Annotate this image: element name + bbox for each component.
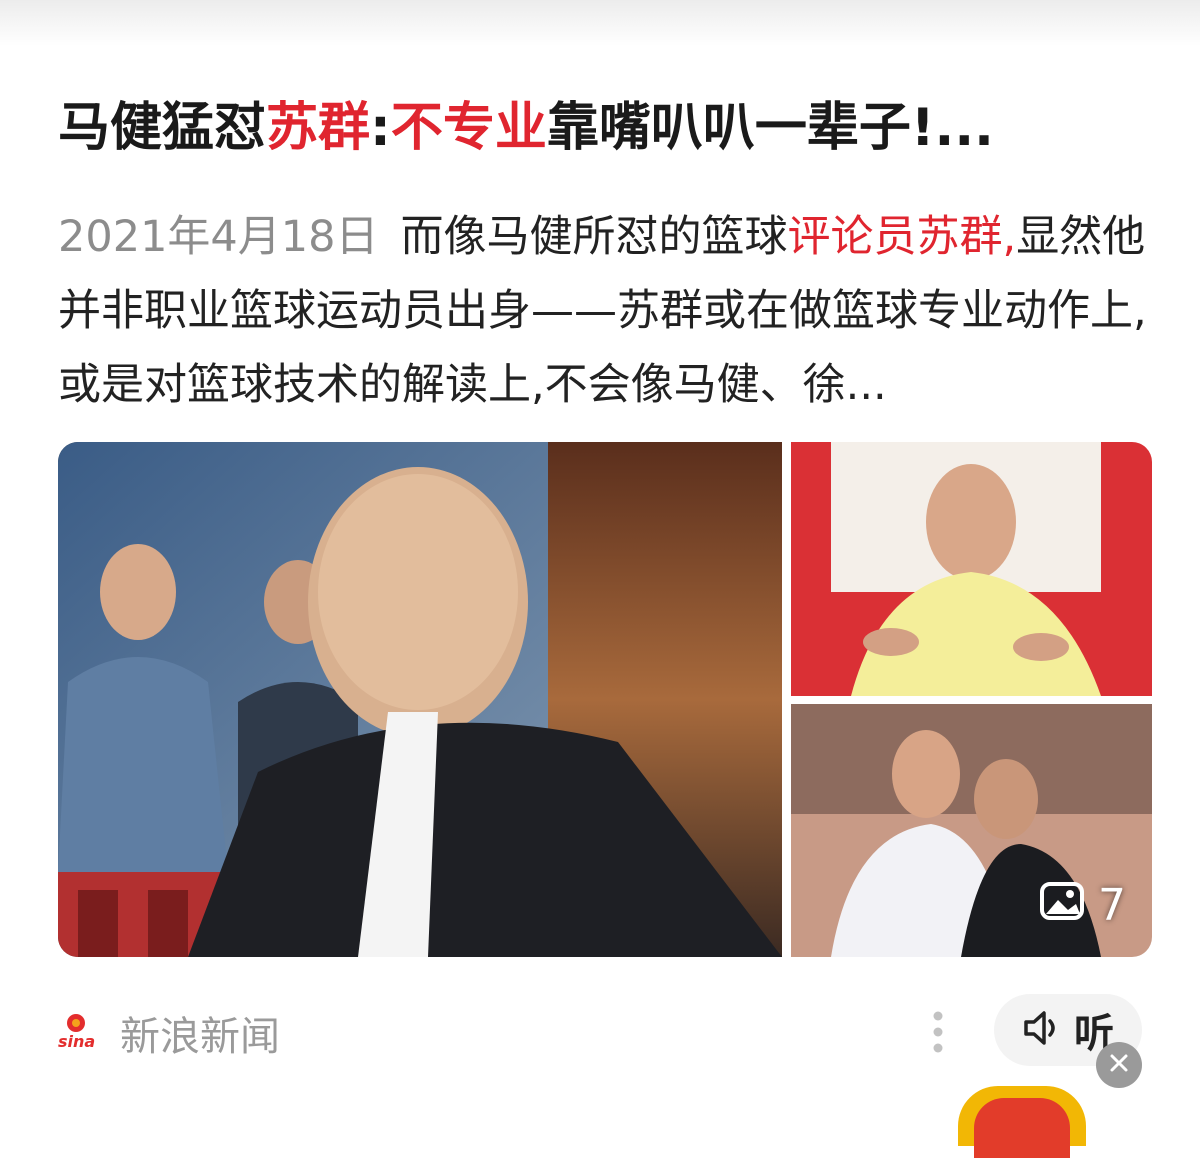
article-summary[interactable]: 2021年4月18日 而像马健所怼的篮球评论员苏群,显然他并非职业篮球运动员出身—… [58,200,1148,422]
more-vertical-icon[interactable] [928,1010,948,1058]
publish-date: 2021年4月18日 [58,212,379,262]
sina-logo-text: sina [58,1032,95,1051]
image-count-badge: 7 [1040,880,1126,931]
thumbnail-photo-2[interactable]: 7 [791,704,1152,957]
close-icon [1109,1053,1129,1077]
top-fade [0,0,1200,46]
title-highlight: 不专业 [390,98,547,158]
main-photo[interactable] [58,442,782,957]
summary-highlight: 评论员苏群, [787,212,1017,262]
floating-widget-inner [974,1098,1070,1158]
title-part: 马健猛怼 [58,98,267,158]
image-gallery-icon [1040,880,1084,931]
thumbnail-photo-1[interactable] [791,442,1152,696]
article-title[interactable]: 马健猛怼苏群:不专业靠嘴叭叭一辈子!... [58,88,1148,168]
floating-widget[interactable] [958,1086,1086,1158]
image-count: 7 [1098,880,1126,931]
sina-logo: sina [58,1011,106,1055]
title-highlight: 苏群 [266,98,371,158]
title-part: : [370,98,391,158]
source-info[interactable]: sina 新浪新闻 [58,1004,280,1062]
close-button[interactable] [1096,1042,1142,1088]
source-name: 新浪新闻 [120,1014,280,1060]
title-part: 靠嘴叭叭一辈子!... [546,98,994,158]
speaker-icon [1022,1008,1062,1052]
summary-text: 而像马健所怼的篮球 [400,212,788,262]
